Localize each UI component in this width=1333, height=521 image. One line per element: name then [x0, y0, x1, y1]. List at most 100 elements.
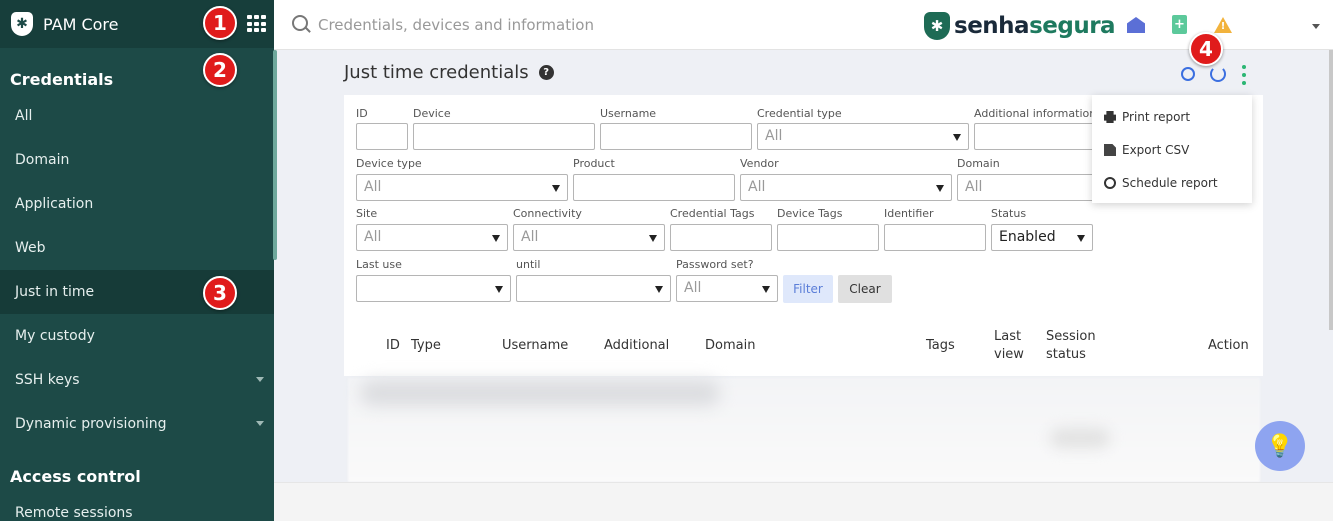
select-value: All	[965, 179, 983, 195]
page-scrollbar[interactable]	[1329, 50, 1333, 330]
kebab-menu-icon[interactable]	[1241, 65, 1247, 85]
filter-label-vendor: Vendor	[740, 157, 779, 170]
dropdown-arrow-icon	[1077, 235, 1085, 242]
top-bar: ✱ senhasegura + !	[274, 0, 1333, 50]
select-value: All	[748, 179, 766, 195]
file-icon	[1104, 144, 1116, 156]
filter-device-tags-input[interactable]	[777, 224, 879, 251]
app-root: ✱ PAM Core Credentials All Domain Applic…	[0, 0, 1333, 521]
filter-connectivity-select[interactable]: All	[513, 224, 665, 251]
brand-shield-icon: ✱	[924, 12, 950, 40]
dropdown-arrow-icon	[762, 286, 770, 293]
page-title: Just time credentials ?	[344, 62, 554, 83]
filter-password-set-select[interactable]: All	[676, 275, 778, 302]
lightbulb-help-icon[interactable]: 💡	[1255, 421, 1305, 471]
filter-label-device: Device	[413, 107, 451, 120]
filter-product-input[interactable]	[573, 174, 735, 201]
sidebar-scrollbar[interactable]	[273, 50, 277, 260]
refresh-icon[interactable]	[1210, 66, 1226, 82]
filter-domain-select[interactable]: All	[957, 174, 1097, 201]
filter-device-type-select[interactable]: All	[356, 174, 568, 201]
sidebar-item-web[interactable]: Web	[0, 226, 274, 270]
sidebar-item-all[interactable]: All	[0, 94, 274, 138]
sidebar-item-label: My custody	[15, 328, 95, 344]
filter-site-select[interactable]: All	[356, 224, 508, 251]
menu-item-print-report[interactable]: Print report	[1104, 107, 1190, 127]
chevron-down-icon	[256, 377, 264, 382]
annotation-badge-3: 3	[203, 276, 237, 310]
filter-id-input[interactable]	[356, 123, 408, 150]
filter-device-input[interactable]	[413, 123, 595, 150]
app-name: PAM Core	[43, 14, 119, 34]
sidebar-item-application[interactable]: Application	[0, 182, 274, 226]
filter-label-id: ID	[356, 107, 368, 120]
report-menu: Print report Export CSV Schedule report	[1092, 95, 1252, 203]
column-header-last-view[interactable]: Last view	[994, 328, 1034, 364]
select-value: All	[521, 229, 539, 245]
dropdown-arrow-icon	[492, 235, 500, 242]
chevron-down-icon	[256, 421, 264, 426]
page-footer	[274, 482, 1333, 521]
column-header-session-status[interactable]: Session status	[1046, 328, 1106, 364]
sidebar-section-credentials: Credentials	[10, 70, 114, 89]
sidebar-item-label: Remote sessions	[15, 505, 133, 521]
annotation-badge-2: 2	[203, 53, 237, 87]
sidebar-item-label: Application	[15, 196, 94, 212]
clear-button[interactable]: Clear	[838, 275, 892, 303]
brand-part1: senha	[954, 13, 1030, 39]
filter-credential-tags-input[interactable]	[670, 224, 772, 251]
select-value: All	[364, 229, 382, 245]
column-header-additional[interactable]: Additional	[604, 337, 669, 355]
blurred-status	[1050, 428, 1110, 448]
home-icon[interactable]	[1127, 17, 1145, 33]
filter-label-additional-info: Additional information	[974, 107, 1097, 120]
filter-label-credential-type: Credential type	[757, 107, 842, 120]
printer-icon	[1104, 111, 1116, 123]
annotation-badge-1: 1	[203, 6, 237, 40]
filter-label-site: Site	[356, 207, 378, 220]
filter-button[interactable]: Filter	[783, 275, 833, 303]
sidebar-item-remote-sessions[interactable]: Remote sessions	[0, 491, 274, 521]
sidebar-item-label: Dynamic provisioning	[15, 416, 167, 432]
filter-until-select[interactable]	[516, 275, 671, 302]
sidebar-item-dynamic-provisioning[interactable]: Dynamic provisioning	[0, 402, 274, 446]
menu-item-export-csv[interactable]: Export CSV	[1104, 140, 1189, 160]
sidebar-item-label: Just in time	[15, 284, 95, 300]
app-grid-icon[interactable]	[247, 15, 266, 33]
filter-label-device-type: Device type	[356, 157, 422, 170]
filter-vendor-select[interactable]: All	[740, 174, 952, 201]
column-header-type[interactable]: Type	[411, 337, 441, 355]
sidebar-item-domain[interactable]: Domain	[0, 138, 274, 182]
filter-last-use-select[interactable]	[356, 275, 511, 302]
filter-label-domain: Domain	[957, 157, 1000, 170]
filter-additional-info-input[interactable]	[974, 123, 1094, 150]
search-toggle-icon[interactable]	[1181, 67, 1195, 81]
filter-label-credential-tags: Credential Tags	[670, 207, 755, 220]
filter-username-input[interactable]	[600, 123, 752, 150]
select-value: Enabled	[999, 229, 1056, 245]
select-value: All	[364, 179, 382, 195]
sidebar-item-ssh-keys[interactable]: SSH keys	[0, 358, 274, 402]
dropdown-arrow-icon	[552, 185, 560, 192]
column-header-action: Action	[1208, 338, 1249, 353]
sidebar-item-label: Web	[15, 240, 46, 256]
sidebar-item-my-custody[interactable]: My custody	[0, 314, 274, 358]
column-header-domain[interactable]: Domain	[705, 337, 755, 355]
help-icon[interactable]: ?	[538, 65, 554, 80]
column-header-username[interactable]: Username	[502, 337, 568, 355]
sidebar-item-label: All	[15, 108, 33, 124]
filter-credential-type-select[interactable]: All	[757, 123, 969, 150]
select-value: All	[684, 280, 702, 296]
new-document-icon[interactable]: +	[1172, 15, 1187, 34]
shield-logo-icon: ✱	[11, 12, 33, 36]
user-menu-caret-icon[interactable]	[1312, 24, 1320, 29]
column-header-tags[interactable]: Tags	[926, 337, 955, 355]
menu-item-label: Schedule report	[1122, 176, 1218, 190]
column-header-id[interactable]: ID	[386, 337, 400, 355]
filter-status-select[interactable]: Enabled	[991, 224, 1093, 251]
warning-icon[interactable]: !	[1214, 17, 1232, 33]
menu-item-schedule-report[interactable]: Schedule report	[1104, 173, 1218, 193]
global-search-input[interactable]	[318, 13, 838, 37]
sidebar-section-access-control: Access control	[10, 467, 141, 486]
filter-identifier-input[interactable]	[884, 224, 986, 251]
